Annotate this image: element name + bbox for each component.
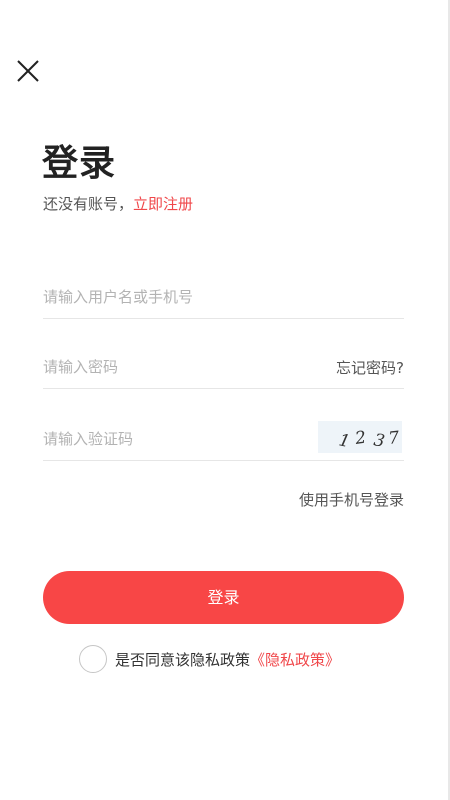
login-button[interactable]: 登录 xyxy=(43,571,404,624)
register-prompt-text: 还没有账号， xyxy=(43,195,134,213)
captcha-field-row: 1 2 3 7 xyxy=(43,417,404,461)
privacy-policy-link[interactable]: 《隐私政策》 xyxy=(250,649,340,670)
username-input[interactable] xyxy=(43,275,293,319)
password-input[interactable] xyxy=(43,345,293,389)
close-icon[interactable] xyxy=(15,58,41,84)
privacy-agreement: 是否同意该隐私政策 《隐私政策》 xyxy=(79,644,340,674)
page-title: 登录 xyxy=(42,143,117,184)
register-link[interactable]: 立即注册 xyxy=(133,195,193,213)
agree-radio[interactable] xyxy=(79,645,107,673)
register-prompt: 还没有账号，立即注册 xyxy=(43,193,193,214)
forgot-password-link[interactable]: 忘记密码? xyxy=(336,357,404,378)
phone-login-link[interactable]: 使用手机号登录 xyxy=(299,489,404,510)
password-field-row: 忘记密码? xyxy=(43,345,404,389)
captcha-char: 7 xyxy=(387,428,400,449)
agreement-text: 是否同意该隐私政策 xyxy=(115,650,251,669)
captcha-image[interactable]: 1 2 3 7 xyxy=(318,421,402,453)
username-field-row xyxy=(43,275,404,319)
captcha-input[interactable] xyxy=(43,417,293,461)
